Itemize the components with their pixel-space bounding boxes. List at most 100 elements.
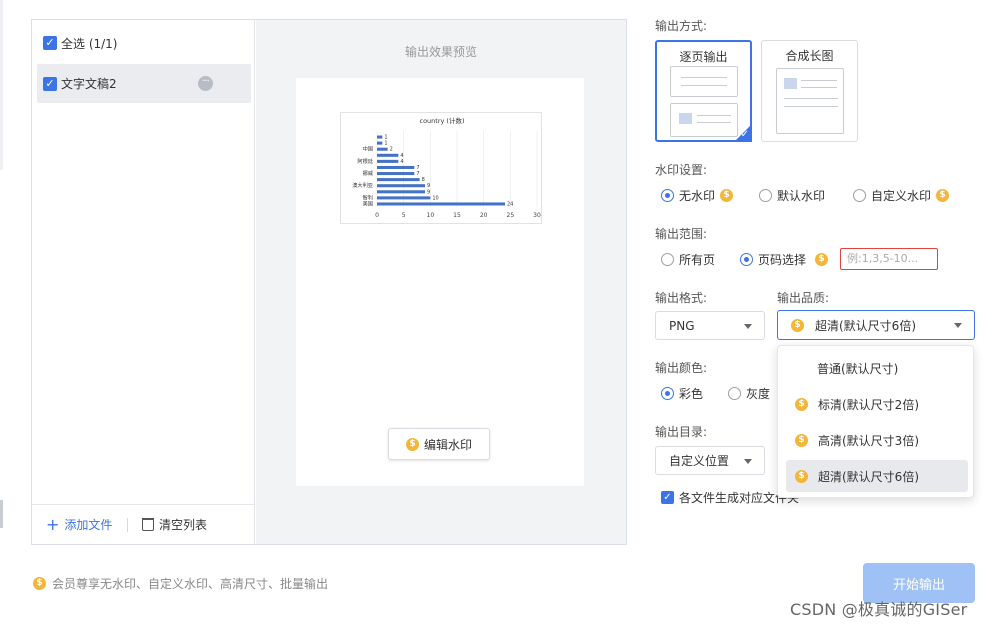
radio-icon[interactable]: [853, 189, 866, 202]
color-option-color[interactable]: 彩色: [661, 385, 703, 402]
clear-list-label: 清空列表: [159, 518, 208, 532]
chart-data-label: 1: [384, 141, 387, 147]
preview-title: 输出效果预览: [404, 45, 477, 59]
range-option-all[interactable]: 所有页: [661, 251, 715, 268]
range-option-pages[interactable]: 页码选择 $: [740, 251, 829, 268]
coin-icon: $: [791, 318, 804, 332]
format-value: PNG: [669, 318, 695, 333]
quality-option[interactable]: 普通(默认尺寸): [786, 352, 968, 384]
add-file-label: 添加文件: [64, 518, 113, 532]
watermark-option-custom[interactable]: 自定义水印 $: [853, 187, 950, 204]
color-label: 输出颜色:: [655, 361, 708, 375]
radio-icon[interactable]: [728, 387, 741, 400]
file-item[interactable]: ✓ 文字文稿2 ···: [37, 64, 251, 103]
chart-data-label: 7: [416, 165, 419, 171]
left-edge-mark: [0, 500, 3, 528]
preview-chart: country (计数) 0 5 10 15 20 25 30 24 美国 10 智利 9 9 澳大利亚 8…: [340, 112, 542, 224]
chart-data-label: 10: [432, 195, 438, 201]
quality-option[interactable]: $ 高清(默认尺寸3倍): [786, 424, 968, 456]
quality-option-label: 高清(默认尺寸3倍): [818, 433, 919, 448]
coin-icon: $: [795, 433, 808, 447]
file-list-footer: + 添加文件 清空列表: [32, 504, 254, 544]
range-option-all-label: 所有页: [679, 253, 716, 267]
radio-icon[interactable]: [661, 189, 674, 202]
quality-label: 输出品质:: [777, 291, 830, 305]
chart-svg: country (计数) 0 5 10 15 20 25 3024美国10智利99澳大利亚8…: [352, 116, 541, 219]
chart-bar: [377, 184, 425, 188]
coin-icon: $: [795, 469, 808, 483]
chart-data-label: 4: [400, 153, 403, 159]
mode-card-long-label: 合成长图: [785, 49, 834, 63]
footer-divider: [127, 518, 128, 532]
chart-bar: [377, 153, 399, 157]
watermark-option-none-label: 无水印: [679, 189, 716, 203]
color-option-gray[interactable]: 灰度: [728, 385, 770, 402]
mode-card-page[interactable]: 逐页输出 ✓: [655, 40, 752, 142]
select-all-label: 全选 (1/1): [61, 36, 118, 51]
file-name: 文字文稿2: [61, 77, 117, 91]
edit-watermark-label: 编辑水印: [423, 437, 472, 452]
chart-category-label: 挪威: [363, 169, 374, 177]
chart-bar: [377, 190, 425, 194]
chart-xtick-label: 0: [375, 212, 379, 219]
chart-xtick-label: 10: [427, 212, 435, 219]
preview-area: 输出效果预览 country (计数) 0 5 10 15 20 25 30 24 美国 10 智利…: [256, 20, 626, 544]
chart-xtick-label: 5: [402, 212, 406, 219]
chevron-down-icon: [954, 323, 962, 328]
dir-value: 自定义位置: [669, 454, 730, 468]
more-icon[interactable]: ···: [198, 76, 213, 91]
coin-icon: $: [33, 577, 46, 590]
color-option-gray-label: 灰度: [746, 387, 771, 401]
chart-data-label: 9: [427, 183, 430, 189]
quality-value: 超清(默认尺寸6倍): [815, 318, 916, 333]
file-preview-panel: ✓ 全选 (1/1) ✓ 文字文稿2 ··· + 添加文件 清空列表 输出效果预…: [31, 19, 627, 545]
quality-select[interactable]: $ 超清(默认尺寸6倍): [777, 310, 975, 340]
edit-watermark-button[interactable]: $ 编辑水印: [388, 428, 490, 460]
chevron-down-icon: [744, 324, 752, 329]
mode-card-long[interactable]: 合成长图: [761, 40, 858, 142]
chart-bar: [377, 165, 415, 169]
watermark-option-default[interactable]: 默认水印: [759, 187, 825, 204]
radio-icon[interactable]: [759, 189, 772, 202]
watermark-option-none[interactable]: 无水印 $: [661, 187, 734, 204]
clear-list-button[interactable]: 清空列表: [142, 516, 207, 533]
dir-select[interactable]: 自定义位置: [655, 446, 765, 475]
radio-icon[interactable]: [740, 253, 753, 266]
chart-data-label: 9: [427, 189, 430, 195]
chart-bar: [377, 202, 505, 206]
select-all-row[interactable]: ✓ 全选 (1/1): [43, 34, 118, 52]
chart-category-label: 中国: [363, 145, 373, 153]
format-label: 输出格式:: [655, 291, 708, 305]
coin-icon: $: [815, 253, 829, 266]
chart-data-label: 8: [422, 177, 425, 183]
trash-icon: [142, 518, 154, 531]
chart-bar: [377, 135, 383, 139]
chart-data-label: 7: [416, 171, 419, 177]
quality-option-label: 超清(默认尺寸6倍): [818, 469, 919, 484]
vip-note: $ 会员尊享无水印、自定义水印、高清尺寸、批量输出: [33, 575, 328, 592]
quality-option[interactable]: $ 标清(默认尺寸2倍): [786, 388, 968, 420]
check-icon: ✓: [740, 129, 749, 140]
range-label: 输出范围:: [655, 227, 708, 241]
coin-icon: $: [795, 397, 808, 411]
chart-category-label: 阿根廷: [357, 157, 373, 165]
quality-option-label: 普通(默认尺寸): [817, 361, 899, 376]
output-mode-label: 输出方式:: [655, 19, 708, 33]
page-range-input[interactable]: 例:1,3,5-10...: [840, 248, 938, 270]
file-checkbox[interactable]: ✓: [43, 77, 57, 91]
format-select[interactable]: PNG: [655, 311, 765, 340]
radio-icon[interactable]: [661, 253, 674, 266]
watermark-option-default-label: 默认水印: [777, 189, 826, 203]
chart-bar: [377, 196, 431, 200]
subfolder-checkbox[interactable]: ✓: [661, 491, 674, 504]
chart-xtick-label: 15: [453, 212, 461, 219]
radio-icon[interactable]: [661, 387, 674, 400]
chart-title: country (计数): [420, 116, 465, 125]
select-all-checkbox[interactable]: ✓: [43, 36, 57, 50]
add-file-button[interactable]: + 添加文件: [46, 516, 112, 533]
chevron-down-icon: [744, 459, 752, 464]
quality-option-selected[interactable]: $ 超清(默认尺寸6倍): [786, 460, 968, 492]
chart-xtick-label: 20: [480, 212, 488, 219]
chart-xtick-label: 30: [533, 212, 541, 219]
page-thumb-bottom: [670, 103, 738, 137]
